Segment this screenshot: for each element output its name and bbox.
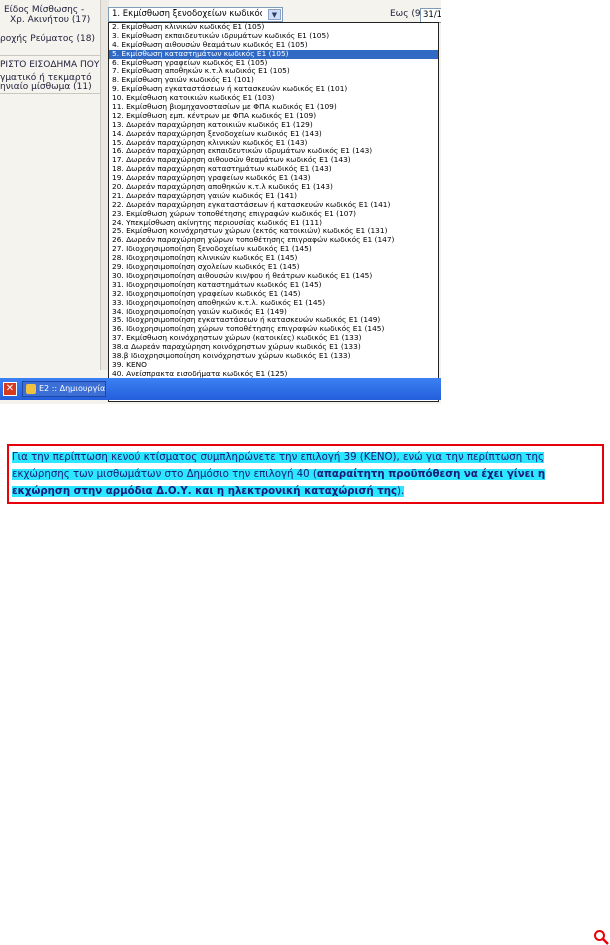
lease-type-dropdown[interactable]: 2. Εκμίσθωση κλινικών κωδικός Ε1 (105) 3.…: [108, 22, 439, 402]
form-separator: [0, 93, 100, 94]
dropdown-option[interactable]: 12. Εκμίσθωση εμπ. κέντρων με ΦΠΑ κωδικό…: [109, 112, 438, 121]
form-label: Χρ. Ακινήτου (17): [10, 15, 91, 25]
dropdown-option[interactable]: 36. Ιδιοχρησιμοποίηση χώρων τοποθέτησης …: [109, 325, 438, 334]
dropdown-option[interactable]: 15. Δωρεάν παραχώρηση κλινικών κωδικός Ε…: [109, 139, 438, 148]
dropdown-option[interactable]: 14. Δωρεάν παραχώρηση ξενοδοχείων κωδικό…: [109, 130, 438, 139]
taskbar: ✕ Ε2 :: Δημιουργία: [0, 378, 441, 400]
chevron-down-icon[interactable]: ▼: [268, 9, 281, 20]
instruction-text: Για την περίπτωση κενού κτίσματος συμπλη…: [12, 449, 594, 500]
dropdown-option[interactable]: 25. Εκμίσθωση κοινόχρηστων χώρων (εκτός …: [109, 227, 438, 236]
dropdown-option[interactable]: 13. Δωρεάν παραχώρηση κατοικιών κωδικός …: [109, 121, 438, 130]
dropdown-option[interactable]: 9. Εκμίσθωση εγκαταστάσεων ή κατασκευών …: [109, 85, 438, 94]
dropdown-option[interactable]: 5. Εκμίσθωση καταστημάτων κωδικός Ε1 (10…: [109, 49, 438, 59]
form-label: ηνιαίο μίσθωμα (11): [0, 82, 92, 92]
dropdown-option[interactable]: 26. Δωρεάν παραχώρηση χώρων τοποθέτησης …: [109, 236, 438, 245]
dropdown-option[interactable]: 19. Δωρεάν παραχώρηση γραφείων κωδικός Ε…: [109, 174, 438, 183]
taskbar-item-label: Ε2 :: Δημιουργία: [39, 384, 106, 393]
close-icon[interactable]: ✕: [3, 382, 17, 396]
app-icon: [26, 384, 36, 394]
dropdown-option[interactable]: 3. Εκμίσθωση εκπαιδευτικών ιδρυμάτων κωδ…: [109, 32, 438, 41]
dropdown-option[interactable]: 10. Εκμίσθωση κατοικιών κωδικός Ε1 (103): [109, 94, 438, 103]
dropdown-option[interactable]: 30. Ιδιοχρησιμοποίηση αιθουσών κιν/φου ή…: [109, 272, 438, 281]
dropdown-option[interactable]: 8. Εκμίσθωση γαιών κωδικός Ε1 (101): [109, 76, 438, 85]
dropdown-option[interactable]: 31. Ιδιοχρησιμοποίηση καταστημάτων κωδικ…: [109, 281, 438, 290]
until-label: Εως (9): [390, 9, 425, 19]
dropdown-option[interactable]: 11. Εκμίσθωση βιομηχανοστασίων με ΦΠΑ κω…: [109, 103, 438, 112]
dropdown-option[interactable]: 33. Ιδιοχρησιμοποίηση αποθηκών κ.τ.λ. κω…: [109, 299, 438, 308]
form-label: ΡΙΣΤΟ ΕΙΣΟΔΗΜΑ ΠΟΥ ΑΝ: [0, 60, 116, 70]
dropdown-option[interactable]: 4. Εκμίσθωση αιθουσών θεαμάτων κωδικός Ε…: [109, 41, 438, 50]
dropdown-option[interactable]: 32. Ιδιοχρησιμοποίηση γραφείων κωδικός Ε…: [109, 290, 438, 299]
dropdown-option[interactable]: 2. Εκμίσθωση κλινικών κωδικός Ε1 (105): [109, 23, 438, 32]
dropdown-option[interactable]: 17. Δωρεάν παραχώρηση αιθουσών θεαμάτων …: [109, 156, 438, 165]
dropdown-option[interactable]: 6. Εκμίσθωση γραφείων κωδικός Ε1 (105): [109, 59, 438, 68]
until-date-input[interactable]: 31/1: [420, 8, 441, 23]
dropdown-option[interactable]: 16. Δωρεάν παραχώρηση εκπαιδευτικών ιδρυ…: [109, 147, 438, 156]
magnifier-logo-icon: [594, 930, 609, 945]
dropdown-option[interactable]: 22. Δωρεάν παραχώρηση εγκαταστάσεων ή κα…: [109, 201, 438, 210]
dropdown-option[interactable]: 24. Υπεκμίσθωση ακίνητης περιουσίας κωδι…: [109, 219, 438, 228]
instruction-note: Για την περίπτωση κενού κτίσματος συμπλη…: [7, 444, 609, 945]
form-separator: [0, 55, 100, 56]
lease-type-value: 1. Εκμίσθωση ξενοδοχείων κωδικός...: [112, 9, 262, 19]
dropdown-option[interactable]: 27. Ιδιοχρησιμοποίηση ξενοδοχείων κωδικό…: [109, 245, 438, 254]
dropdown-option[interactable]: 21. Δωρεάν παραχώρηση γαιών κωδικός Ε1 (…: [109, 192, 438, 201]
taskbar-item[interactable]: Ε2 :: Δημιουργία: [22, 381, 106, 397]
lease-type-select[interactable]: 1. Εκμίσθωση ξενοδοχείων κωδικός... ▼: [108, 7, 283, 22]
dropdown-option[interactable]: 7. Εκμίσθωση αποθηκών κ.τ.λ κωδικός Ε1 (…: [109, 67, 438, 76]
dropdown-option[interactable]: 29. Ιδιοχρησιμοποίηση σχολείων κωδικός Ε…: [109, 263, 438, 272]
form-label: ροχής Ρεύματος (18): [0, 34, 95, 44]
dropdown-option[interactable]: 18. Δωρεάν παραχώρηση καταστημάτων κωδικ…: [109, 165, 438, 174]
app-screenshot: Είδος Μίσθωσης - Χρ. Ακινήτου (17) ροχής Ρ…: [0, 0, 441, 404]
dropdown-option[interactable]: 39. ΚΕΝΟ: [109, 361, 438, 370]
dropdown-option[interactable]: 34. Ιδιοχρησιμοποίηση γαιών κωδικός Ε1 (…: [109, 308, 438, 317]
dropdown-option[interactable]: 20. Δωρεάν παραχώρηση αποθηκών κ.τ.λ κωδ…: [109, 183, 438, 192]
note-part-3: ).: [397, 486, 405, 497]
dropdown-option[interactable]: 35. Ιδιοχρησιμοποίηση εγκαταστάσεων ή κα…: [109, 316, 438, 325]
dropdown-option[interactable]: 23. Εκμίσθωση χώρων τοποθέτησης επιγραφώ…: [109, 210, 438, 219]
dropdown-option[interactable]: 38.β Ιδιοχρησιμοποίηση κοινόχρηστων χώρω…: [109, 352, 438, 361]
dropdown-option[interactable]: 37. Εκμίσθωση κοινόχρηστων χώρων (κατοικ…: [109, 334, 438, 343]
dropdown-option[interactable]: 28. Ιδιοχρησιμοποίηση κλινικών κωδικός Ε…: [109, 254, 438, 263]
dropdown-option[interactable]: 38.α Δωρεάν παραχώρηση κοινόχρηστων χώρω…: [109, 343, 438, 352]
